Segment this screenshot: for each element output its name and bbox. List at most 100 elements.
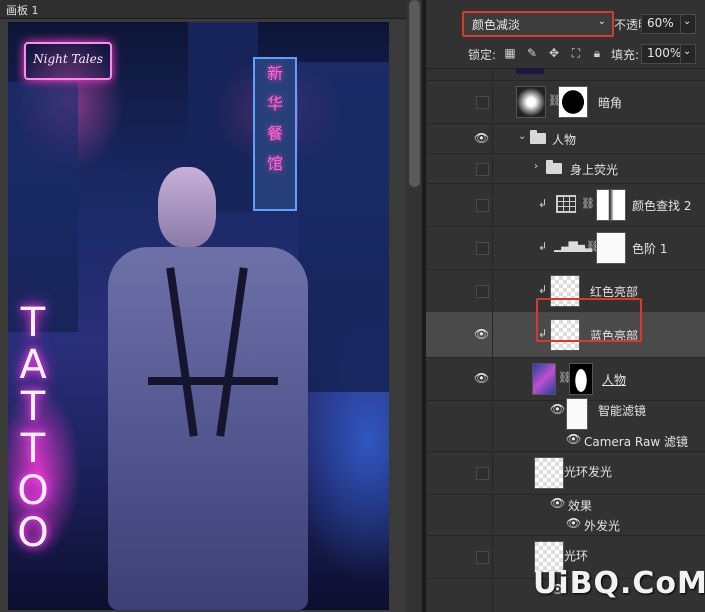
canvas-tab[interactable]: 画板 1 xyxy=(0,0,406,19)
jumpsuit xyxy=(108,247,308,610)
head xyxy=(158,167,216,247)
chevron-down-icon: ⌄ xyxy=(597,16,606,27)
layer-name[interactable]: 外发光 xyxy=(584,517,620,534)
layer-name[interactable]: Camera Raw 滤镜 xyxy=(584,433,688,450)
folder-icon xyxy=(546,160,562,174)
building-left xyxy=(8,82,78,332)
chevron-right-icon[interactable]: › xyxy=(534,161,538,172)
levels-icon: ▁▃▆▄▂ xyxy=(554,238,592,252)
lock-brush-icon[interactable]: ✎ xyxy=(525,46,539,60)
gutter xyxy=(492,430,493,451)
eye-icon[interactable]: 👁︎ xyxy=(566,516,581,530)
layer-row[interactable]: ↲ ⛓ 颜色查找 2 xyxy=(426,183,705,227)
layers-panel: 颜色减淡 ⌄ 不透明度: 60% ⌄ 锁定: ▦ ✎ ✥ ⛶ 🔒︎ 填充: 10… xyxy=(426,0,705,612)
layer-thumbnail xyxy=(534,457,564,489)
lock-artboard-icon[interactable]: ⛶ xyxy=(569,46,583,60)
layer-group-row[interactable]: 👁︎ ⌄ 人物 xyxy=(426,123,705,154)
lock-move-icon[interactable]: ✥ xyxy=(547,46,561,60)
eye-icon[interactable]: 👁︎ xyxy=(474,371,489,385)
gutter xyxy=(492,400,493,430)
layer-row[interactable]: 光环发光 xyxy=(426,451,705,495)
fill-label: 填充: xyxy=(611,48,640,62)
layer-name[interactable]: 人物 xyxy=(602,371,626,388)
watermark: UiBQ.CoM xyxy=(533,566,705,601)
fill-value: 100% xyxy=(647,46,682,60)
filter-mask-thumbnail[interactable] xyxy=(566,398,588,430)
canvas-window: 画板 1 Night Tales 新 华 餐 馆 T A T T O O xyxy=(0,0,406,612)
mask-thumbnail[interactable] xyxy=(596,232,626,264)
layer-name[interactable]: 颜色查找 2 xyxy=(632,197,691,214)
effects-row[interactable]: 👁︎ 效果 xyxy=(426,494,705,514)
highlight-selected-layer xyxy=(536,298,642,342)
gutter xyxy=(492,514,493,535)
mask-thumbnail[interactable] xyxy=(558,86,588,118)
gutter xyxy=(492,535,493,578)
gutter xyxy=(492,451,493,494)
strap xyxy=(148,377,278,385)
layer-row[interactable]: ⛓ 暗角 xyxy=(426,80,705,124)
layer-name[interactable]: 暗角 xyxy=(598,94,622,111)
filter-row[interactable]: 👁︎ Camera Raw 滤镜 xyxy=(426,430,705,452)
eye-icon[interactable]: 👁︎ xyxy=(550,402,565,416)
visibility-toggle[interactable] xyxy=(476,163,489,176)
artwork-canvas[interactable]: Night Tales 新 华 餐 馆 T A T T O O xyxy=(8,22,389,610)
scrollbar-thumb[interactable] xyxy=(409,0,420,187)
eye-icon[interactable]: 👁︎ xyxy=(566,432,581,446)
layer-thumbnail xyxy=(532,363,556,395)
neon-sign-tattoo: T A T T O O xyxy=(16,302,50,554)
canvas-title: 画板 1 xyxy=(6,4,39,17)
eye-icon[interactable]: 👁︎ xyxy=(474,131,489,145)
layer-name[interactable]: 身上荧光 xyxy=(570,161,618,178)
mask-thumbnail[interactable] xyxy=(596,189,626,221)
layer-name[interactable]: 智能滤镜 xyxy=(598,402,646,419)
layer-group-row[interactable]: › 身上荧光 xyxy=(426,153,705,184)
chevron-down-icon[interactable]: ⌄ xyxy=(518,131,526,142)
visibility-toggle[interactable] xyxy=(476,242,489,255)
visibility-toggle[interactable] xyxy=(476,285,489,298)
mask-thumbnail[interactable] xyxy=(569,363,593,395)
layer-name[interactable]: 光环 xyxy=(564,547,588,564)
visibility-toggle[interactable] xyxy=(476,199,489,212)
lock-transparent-icon[interactable]: ▦ xyxy=(503,46,517,60)
link-icon[interactable]: ⛓ xyxy=(581,197,595,210)
neon-sign-night-tales: Night Tales xyxy=(24,42,112,80)
layer-row[interactable]: ↲ ▁▃▆▄▂ ⛓ 色阶 1 xyxy=(426,226,705,270)
layer-name[interactable]: 效果 xyxy=(568,497,592,514)
sign-char: 新 xyxy=(266,64,283,83)
layer-name[interactable]: 光环发光 xyxy=(564,463,612,480)
chevron-down-icon: ⌄ xyxy=(683,16,692,27)
layer-name[interactable]: 色阶 1 xyxy=(632,240,667,257)
gutter xyxy=(492,80,493,123)
clipping-arrow-icon: ↲ xyxy=(538,197,548,210)
smart-filter-row[interactable]: 👁︎ 智能滤镜 xyxy=(426,398,705,430)
eye-icon[interactable]: 👁︎ xyxy=(550,496,565,510)
visibility-toggle[interactable] xyxy=(476,467,489,480)
color-lookup-icon xyxy=(556,195,576,213)
layer-row[interactable]: 👁︎ ⛓ 人物 xyxy=(426,357,705,401)
sign-char: 华 xyxy=(266,94,283,113)
canvas-scrollbar[interactable] xyxy=(406,0,422,612)
effect-row[interactable]: 👁︎ 外发光 xyxy=(426,514,705,536)
gutter xyxy=(492,153,493,183)
gutter xyxy=(492,578,493,612)
tattoo-letter: A xyxy=(19,342,47,388)
gutter xyxy=(492,123,493,153)
lock-all-icon[interactable]: 🔒︎ xyxy=(590,46,604,60)
fill-dropdown-button[interactable]: ⌄ xyxy=(680,44,696,64)
tattoo-letter: T xyxy=(20,426,46,472)
chevron-down-icon: ⌄ xyxy=(683,46,692,57)
folder-icon xyxy=(530,130,546,144)
layers-options-bar: 颜色减淡 ⌄ 不透明度: 60% ⌄ 锁定: ▦ ✎ ✥ ⛶ 🔒︎ 填充: 10… xyxy=(426,0,705,69)
person-figure xyxy=(98,163,348,610)
gutter xyxy=(492,68,493,80)
tattoo-letter: T xyxy=(20,384,46,430)
lock-label: 锁定: xyxy=(468,48,497,62)
layer-name[interactable]: 人物 xyxy=(552,131,576,148)
opacity-dropdown-button[interactable]: ⌄ xyxy=(680,14,696,34)
tattoo-letter: O xyxy=(17,468,49,514)
visibility-toggle[interactable] xyxy=(476,551,489,564)
visibility-toggle[interactable] xyxy=(476,96,489,109)
gutter xyxy=(492,183,493,226)
eye-icon[interactable]: 👁︎ xyxy=(474,327,489,341)
blend-mode-dropdown[interactable]: 颜色减淡 ⌄ xyxy=(462,11,614,37)
